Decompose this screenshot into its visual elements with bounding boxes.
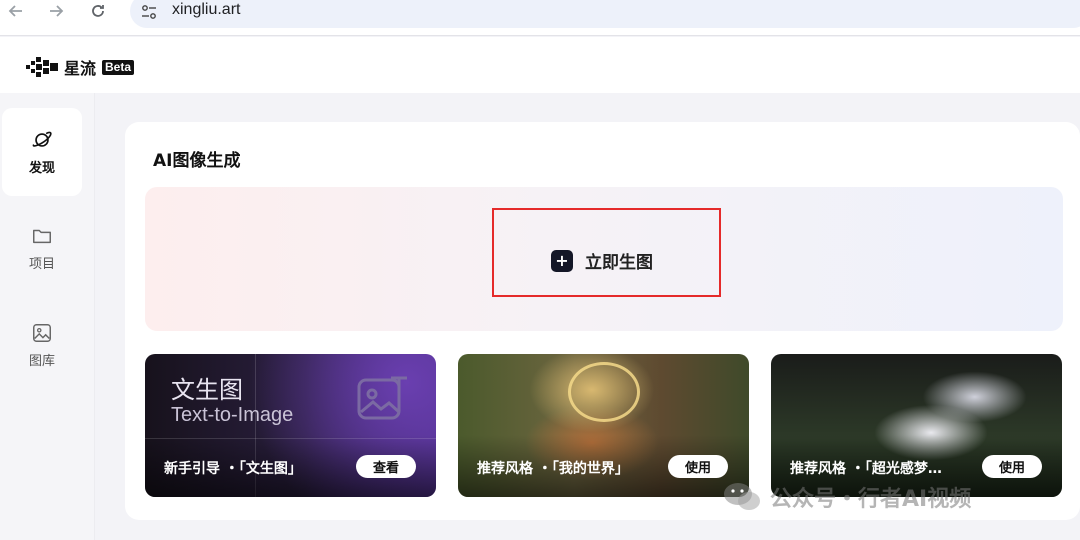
sidebar-item-gallery[interactable]: 图库	[2, 301, 82, 389]
card-caption: 推荐风格 ・「我的世界」	[477, 461, 629, 477]
card-dreamlight-style[interactable]: 推荐风格 ・「超光感梦… 使用	[771, 354, 1062, 497]
card-subtitle: Text-to-Image	[171, 404, 294, 426]
reload-icon	[92, 5, 104, 17]
sidebar-item-discover[interactable]: 发现	[2, 108, 82, 196]
address-bar[interactable]: xingliu.art	[130, 0, 1080, 28]
app-header: 星流 Beta	[0, 37, 1080, 93]
generate-label: 立即生图	[585, 253, 653, 273]
plus-icon: +	[551, 249, 573, 272]
forward-button[interactable]	[44, 0, 68, 22]
folder-icon	[33, 229, 51, 243]
logo[interactable]: 星流 Beta	[26, 55, 135, 79]
sidebar: 发现 项目 图库	[0, 93, 95, 540]
card-text-to-image[interactable]: 文生图 Text-to-Image 新手引导 ・「文生图」 查看	[145, 354, 436, 497]
planet-icon	[32, 131, 52, 147]
tune-icon[interactable]	[140, 3, 158, 21]
logo-name: 星流	[64, 59, 97, 78]
watermark-text: 公众号・行者AI视频	[770, 487, 972, 512]
generate-button[interactable]: + 立即生图	[551, 248, 653, 273]
beta-badge: Beta	[102, 59, 135, 75]
card-caption: 新手引导 ・「文生图」	[164, 461, 302, 477]
arrow-right-icon	[50, 5, 64, 17]
view-button[interactable]: 查看	[356, 455, 416, 478]
section-title: AI图像生成	[153, 151, 241, 171]
sidebar-item-label: 项目	[28, 256, 55, 272]
url-text[interactable]: xingliu.art	[172, 1, 240, 19]
image-text-icon	[357, 376, 407, 420]
card-minecraft-style[interactable]: 推荐风格 ・「我的世界」 使用	[458, 354, 749, 497]
use-button[interactable]: 使用	[668, 455, 728, 478]
sidebar-item-label: 发现	[28, 160, 55, 176]
arrow-left-icon	[8, 5, 22, 17]
logo-mark-icon	[26, 57, 58, 77]
main-panel: AI图像生成 + 立即生图 文生图 Text-to-Image 新手引导 ・「文…	[125, 122, 1080, 520]
card-title: 文生图	[171, 376, 243, 404]
reload-button[interactable]	[86, 0, 110, 22]
halo-shape	[568, 362, 640, 422]
sidebar-item-projects[interactable]: 项目	[2, 204, 82, 292]
watermark: 公众号・行者AI视频	[722, 480, 971, 514]
card-caption: 推荐风格 ・「超光感梦…	[790, 461, 942, 477]
back-button[interactable]	[4, 0, 28, 22]
sidebar-item-label: 图库	[28, 353, 55, 369]
browser-toolbar: xingliu.art	[0, 0, 1080, 36]
image-icon	[33, 323, 51, 342]
generate-area[interactable]: + 立即生图	[145, 187, 1063, 331]
use-button[interactable]: 使用	[982, 455, 1042, 478]
wechat-icon	[724, 483, 760, 510]
